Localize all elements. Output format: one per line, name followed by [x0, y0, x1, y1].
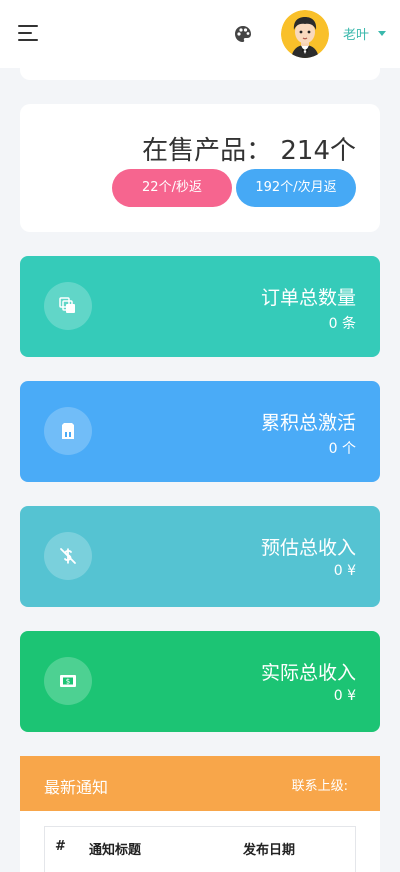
column-header-index: # — [55, 839, 66, 854]
avatar[interactable] — [281, 10, 329, 58]
estimated-income-value: 0 ¥ — [333, 563, 356, 579]
palette-icon[interactable] — [233, 24, 253, 44]
estimated-income-label: 预估总收入 — [260, 537, 356, 559]
actual-income-stat-card[interactable]: $ 实际总收入 0 ¥ — [20, 631, 380, 732]
banknote-icon: $ — [44, 657, 92, 705]
products-on-sale-title: 在售产品： 214个 — [142, 136, 356, 166]
actual-income-label: 实际总收入 — [260, 662, 356, 684]
orders-label: 订单总数量 — [260, 287, 356, 309]
activations-label: 累积总激活 — [260, 412, 356, 434]
hamburger-menu-icon[interactable] — [18, 25, 38, 41]
copy-icon — [44, 282, 92, 330]
activations-stat-card[interactable]: 累积总激活 0 个 — [20, 381, 380, 482]
latest-notices-title: 最新通知 — [44, 778, 109, 797]
activations-value: 0 个 — [328, 441, 356, 457]
latest-notices-header: 最新通知 联系上级: — [20, 756, 380, 811]
products-on-sale-card: 在售产品： 214个 22个/秒返 192个/次月返 — [20, 104, 380, 232]
column-header-date: 发布日期 — [243, 843, 296, 858]
actual-income-value: 0 ¥ — [333, 688, 356, 704]
chevron-down-icon[interactable] — [378, 31, 386, 36]
column-header-title: 通知标题 — [89, 843, 142, 858]
svg-text:$: $ — [66, 678, 70, 686]
orders-stat-card[interactable]: 订单总数量 0 条 — [20, 256, 380, 357]
notices-table: # 通知标题 发布日期 — [44, 826, 356, 872]
estimated-income-stat-card[interactable]: 预估总收入 0 ¥ — [20, 506, 380, 607]
monthly-return-badge: 192个/次月返 — [236, 169, 356, 207]
user-name[interactable]: 老叶 — [343, 24, 369, 43]
latest-notices-panel: # 通知标题 发布日期 — [20, 811, 380, 872]
instant-return-badge: 22个/秒返 — [112, 169, 232, 207]
orders-value: 0 条 — [328, 316, 356, 332]
contact-superior-link[interactable]: 联系上级: — [292, 775, 348, 794]
dollar-off-icon — [44, 532, 92, 580]
sim-card-icon — [44, 407, 92, 455]
top-navbar: 老叶 — [0, 0, 400, 68]
